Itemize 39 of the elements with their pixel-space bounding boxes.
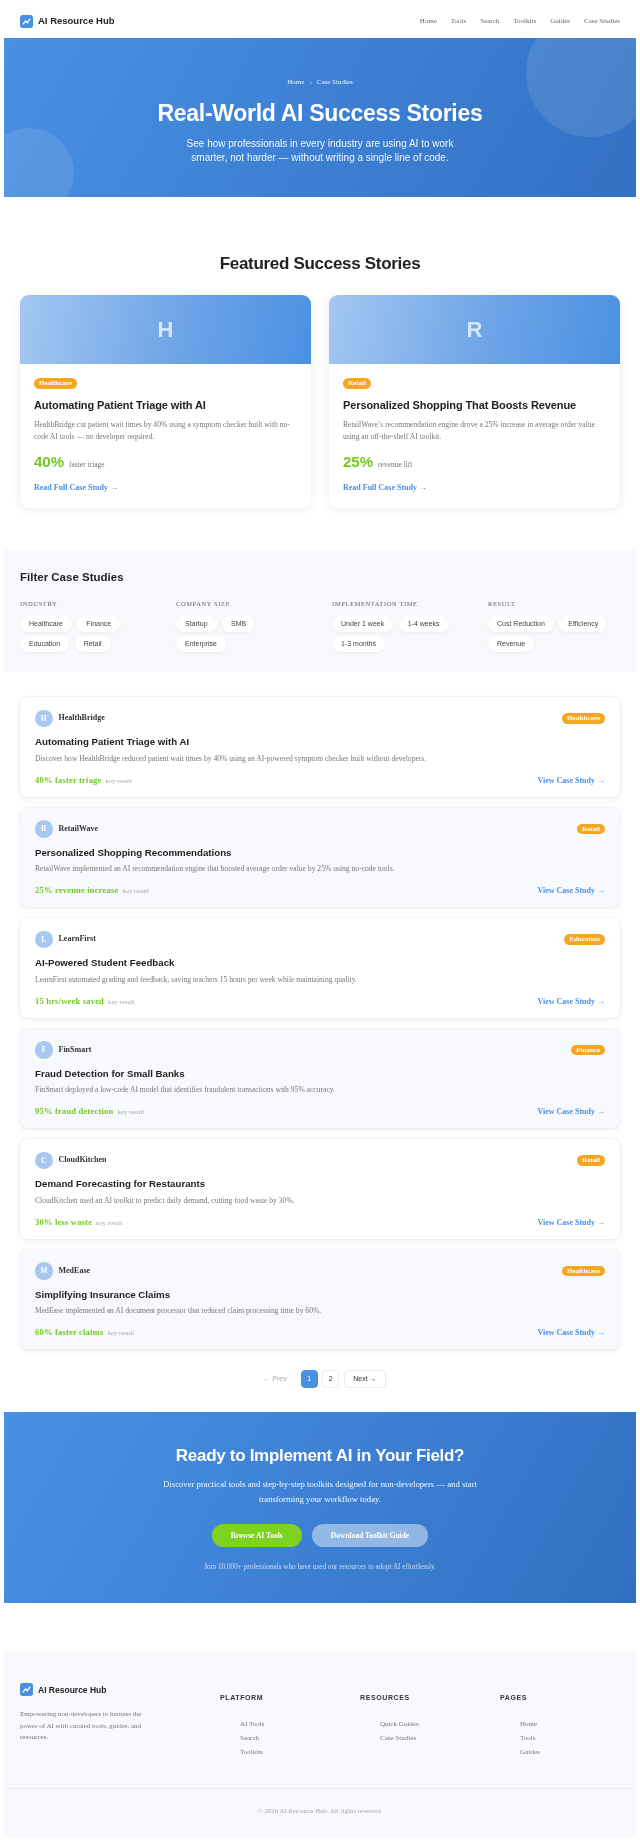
view-case-link[interactable]: View Case Study → [537,1217,605,1229]
company-name: MedEase [58,1265,91,1276]
case-title: Fraud Detection for Small Banks [35,1067,186,1080]
chart-line-icon [20,1683,33,1696]
hero-title: Real-World AI Success Stories [156,99,484,127]
banner-initial: R [466,317,483,342]
result-value: 95% fraud detection [35,1105,114,1118]
hero-subtitle: See how professionals in every industry are using AI to work smarter, not harder — without writing a single line of code. [185,137,455,165]
case-title: Automating Patient Triage with AI [35,736,191,749]
banner-initial: H [157,317,174,342]
section-title: Featured Success Stories [218,253,422,275]
company-name: RetailWave [58,823,99,834]
result-value: 30% less waste [35,1216,93,1228]
result-value: 60% faster claims [35,1326,104,1339]
company-name: LearnFirst [58,934,96,945]
card-title: Automating Patient Triage with AI [34,397,207,412]
cta-text: Discover practical tools and step-by-step toolkits designed for non-developers — and start transforming your workflow today. [162,1478,478,1506]
card-title: Personalized Shopping That Boosts Revenue [343,397,578,412]
case-title: Simplifying Insurance Claims [35,1288,172,1301]
case-title: Personalized Shopping Recommendations [35,846,233,859]
read-more-link[interactable]: Read Full Case Study → [343,482,427,494]
case-title: AI-Powered Student Feedback [35,957,176,970]
read-more-link[interactable]: Read Full Case Study → [34,482,118,494]
result-value: 40% faster triage [35,774,102,786]
view-case-link[interactable]: View Case Study → [537,996,605,1008]
metric-value: 25% [343,452,374,471]
metric-value: 40% [34,452,65,471]
company-name: FinSmart [58,1044,92,1055]
decorative-circle [4,128,74,197]
footer-logo[interactable]: AI Resource Hub [38,1682,107,1697]
company-name: CloudKitchen [58,1155,107,1166]
site-logo[interactable]: AI Resource Hub [38,15,115,27]
case-title: Demand Forecasting for Restaurants [35,1178,207,1191]
result-value: 15 hrs/week saved [35,995,105,1007]
cta-title: Ready to Implement AI in Your Field? [174,1444,466,1466]
company-name: HealthBridge [58,713,105,724]
view-case-link[interactable]: View Case Study → [537,775,605,787]
result-value: 25% revenue increase [35,884,119,897]
filter-title: Filter Case Studies [20,570,125,584]
